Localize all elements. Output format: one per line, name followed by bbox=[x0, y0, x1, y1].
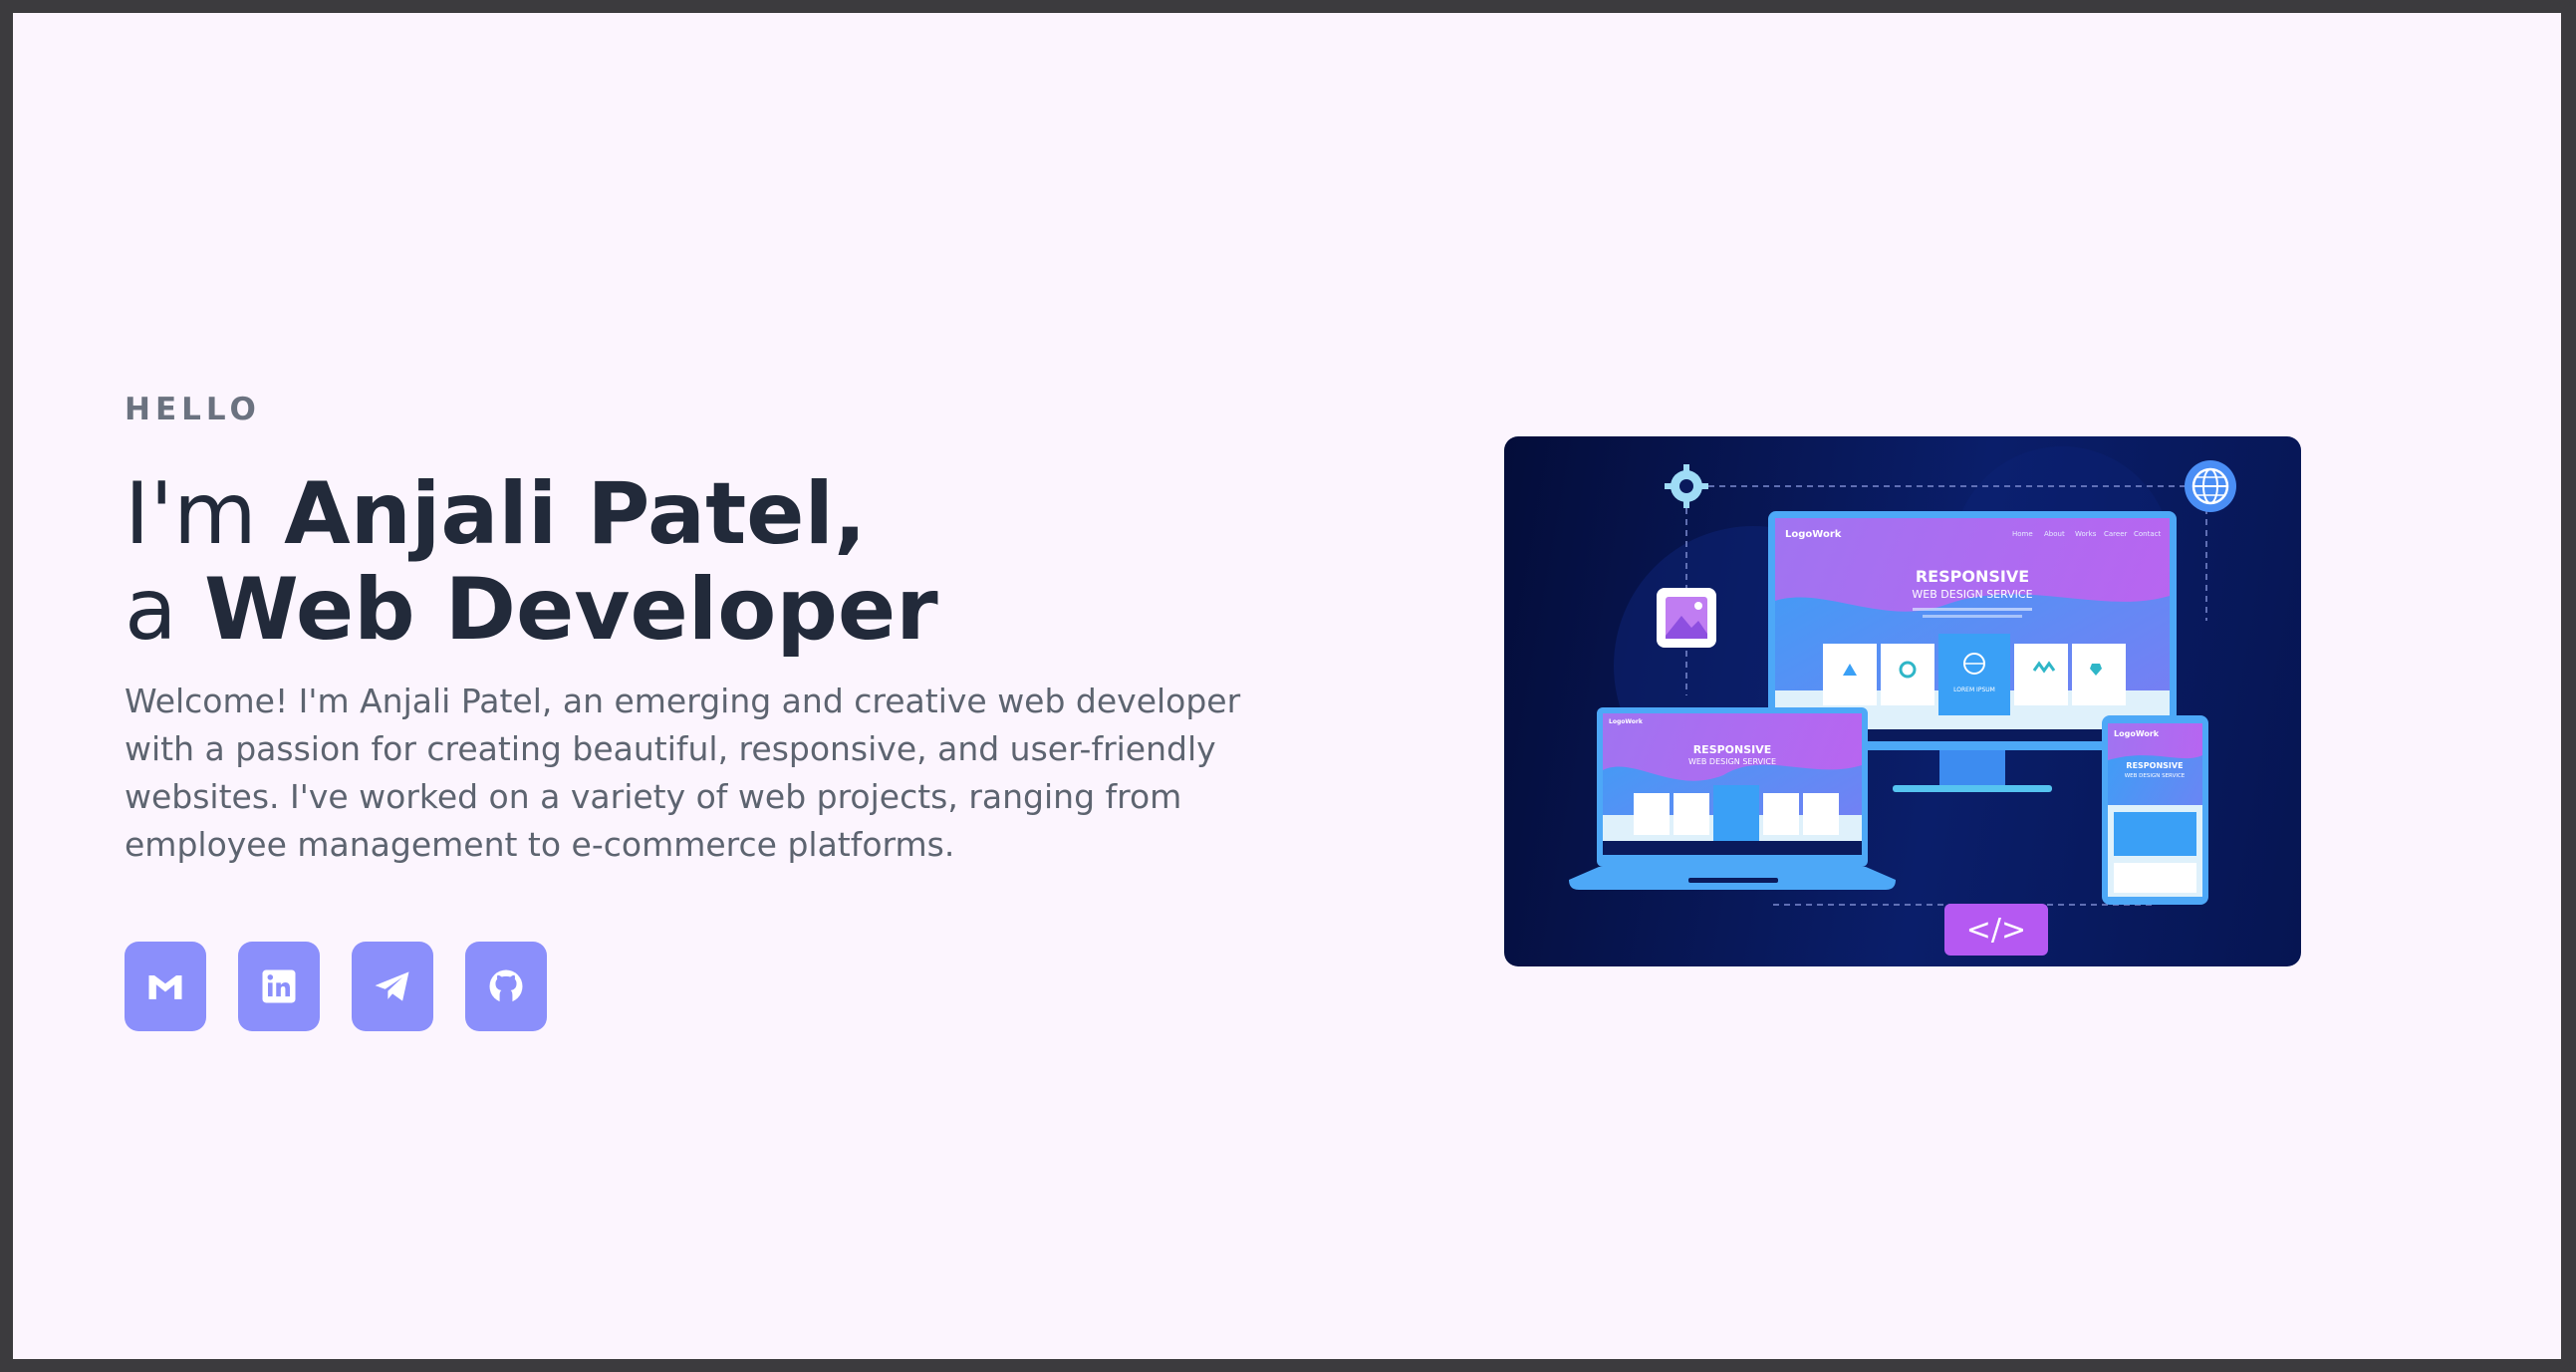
laptop: LogoWork RESPONSIVE WEB DESIGN SERVICE bbox=[1569, 707, 1896, 890]
hero-illustration: LogoWork Home About Works Career Contact… bbox=[1504, 436, 2301, 966]
laptop-headline: RESPONSIVE bbox=[1693, 743, 1772, 756]
hero-headline: I'm Anjali Patel, a Web Developer bbox=[125, 466, 938, 658]
monitor-nav-1: Home bbox=[2012, 530, 2033, 538]
github-icon bbox=[489, 969, 523, 1003]
responsive-design-illustration: LogoWork Home About Works Career Contact… bbox=[1569, 446, 2236, 956]
phone-subheadline: WEB DESIGN SERVICE bbox=[2125, 773, 2186, 779]
monitor-card-label: LOREM IPSUM bbox=[1953, 686, 1995, 693]
telegram-button[interactable] bbox=[352, 942, 433, 1031]
page-frame: HELLO I'm Anjali Patel, a Web Developer … bbox=[13, 13, 2561, 1359]
gmail-icon bbox=[148, 975, 182, 999]
globe-icon bbox=[2185, 460, 2236, 512]
monitor-subheadline: WEB DESIGN SERVICE bbox=[1912, 588, 2032, 601]
telegram-icon bbox=[375, 971, 409, 1001]
mobile-phone: LogoWork RESPONSIVE WEB DESIGN SERVICE bbox=[2102, 715, 2208, 905]
gear-icon bbox=[1665, 464, 1708, 508]
monitor-headline: RESPONSIVE bbox=[1916, 567, 2029, 586]
headline-article: a bbox=[125, 560, 205, 660]
linkedin-icon bbox=[262, 969, 296, 1003]
hero-intro: Welcome! I'm Anjali Patel, an emerging a… bbox=[125, 682, 1241, 864]
monitor-logo: LogoWork bbox=[1785, 529, 1842, 540]
code-tag-label: </> bbox=[1966, 913, 2026, 948]
code-tag-icon: </> bbox=[1944, 904, 2048, 956]
headline-role: Web Developer bbox=[204, 560, 938, 660]
headline-name: Anjali Patel, bbox=[284, 464, 867, 564]
monitor-nav-5: Contact bbox=[2134, 530, 2161, 538]
headline-prefix: I'm bbox=[125, 464, 285, 564]
social-links bbox=[125, 942, 547, 1031]
headline-line-2: a Web Developer bbox=[125, 562, 938, 658]
hero-eyebrow: HELLO bbox=[125, 392, 261, 427]
headline-line-1: I'm Anjali Patel, bbox=[125, 466, 938, 562]
linkedin-button[interactable] bbox=[238, 942, 320, 1031]
monitor-nav-2: About bbox=[2044, 530, 2065, 538]
github-button[interactable] bbox=[465, 942, 547, 1031]
phone-headline: RESPONSIVE bbox=[2126, 761, 2183, 770]
monitor-nav-3: Works bbox=[2075, 530, 2097, 538]
laptop-subheadline: WEB DESIGN SERVICE bbox=[1688, 757, 1776, 766]
image-icon bbox=[1657, 588, 1716, 648]
phone-logo: LogoWork bbox=[2114, 729, 2160, 738]
gmail-button[interactable] bbox=[125, 942, 206, 1031]
monitor-nav-4: Career bbox=[2104, 530, 2128, 538]
laptop-logo: LogoWork bbox=[1609, 718, 1644, 725]
